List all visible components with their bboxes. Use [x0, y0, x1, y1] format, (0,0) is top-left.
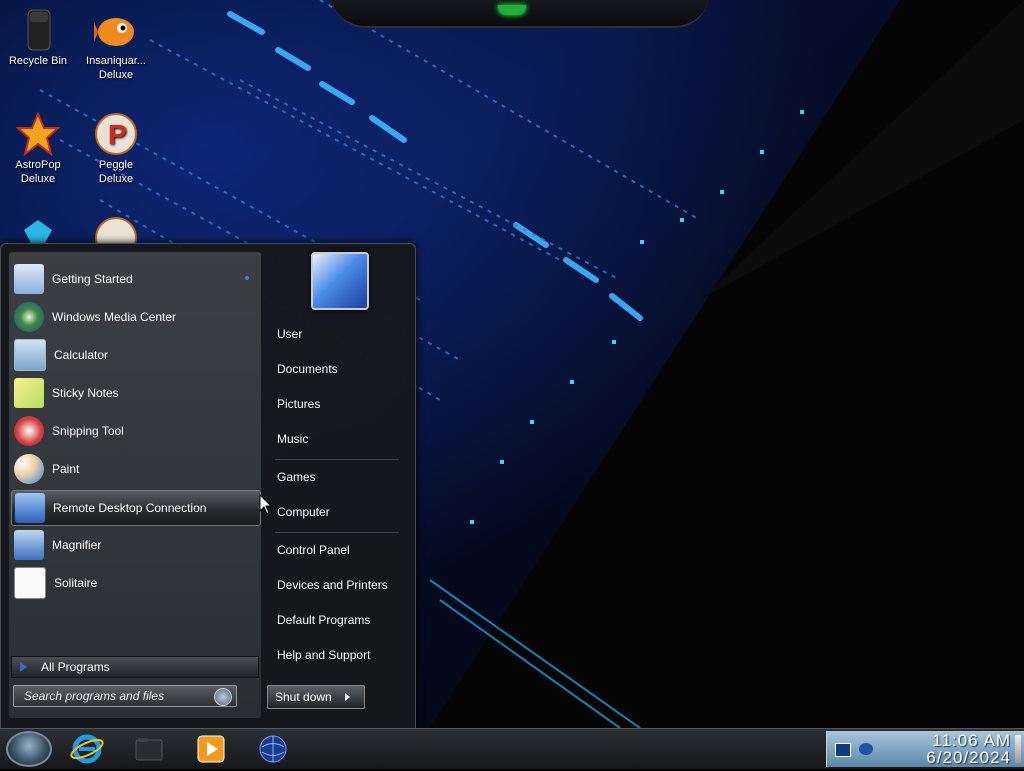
place-computer[interactable]: Computer [277, 505, 330, 519]
program-sticky-notes[interactable]: Sticky Notes [11, 376, 259, 410]
sync-icon[interactable] [859, 743, 873, 755]
place-documents[interactable]: Documents [277, 362, 338, 376]
program-calculator[interactable]: Calculator [11, 338, 259, 372]
place-pictures[interactable]: Pictures [277, 397, 320, 411]
desktop-icon-label-line1: Peggle [98, 159, 134, 171]
show-desktop-button[interactable] [1015, 735, 1021, 763]
menu-divider [275, 459, 399, 460]
program-label: Solitaire [54, 576, 98, 590]
solitaire-icon [14, 567, 46, 599]
place-music[interactable]: Music [277, 432, 308, 446]
start-menu-programs-pane: Getting Started Windows Media Center Cal… [9, 252, 261, 718]
taskbar-media-player[interactable] [194, 732, 228, 766]
start-menu: Getting Started Windows Media Center Cal… [0, 243, 416, 729]
program-remote-desktop-connection[interactable]: Remote Desktop Connection [11, 490, 261, 526]
search-icon[interactable] [214, 688, 232, 706]
search-input[interactable]: Search programs and files [13, 685, 237, 707]
internet-explorer-icon [70, 734, 104, 764]
media-center-icon [14, 302, 44, 332]
globe-icon [259, 735, 287, 763]
taskbar-network-globe[interactable] [256, 732, 290, 766]
recycle-bin-icon [16, 8, 60, 52]
desktop-icon-label-line1: AstroPop [15, 159, 61, 171]
program-paint[interactable]: Paint [11, 452, 259, 486]
media-player-icon [197, 735, 225, 763]
program-label: Magnifier [52, 538, 102, 552]
clock-time: 11:06 AM [932, 731, 1011, 750]
submenu-arrow-icon [245, 276, 249, 280]
desktop-icon-insaniquarium[interactable]: Insaniquar... Deluxe [78, 8, 154, 82]
peggle-icon [94, 216, 138, 244]
start-menu-places-pane: User Documents Pictures Music Games Comp… [267, 244, 413, 728]
place-default-programs[interactable]: Default Programs [277, 613, 370, 627]
program-label: Sticky Notes [52, 386, 119, 400]
desktop-icon-partial-peggle[interactable] [78, 216, 154, 244]
mouse-cursor-icon [259, 494, 273, 515]
program-label: Calculator [54, 348, 109, 362]
taskbar: 11:06 AM 6/20/2024 [0, 728, 1024, 769]
system-tray: 11:06 AM 6/20/2024 [826, 731, 1024, 767]
notch-light [498, 5, 526, 15]
shutdown-label: Shut down [275, 690, 332, 704]
place-control-panel[interactable]: Control Panel [277, 543, 350, 557]
astropop-icon [15, 111, 61, 157]
program-getting-started[interactable]: Getting Started [11, 262, 259, 296]
desktop-icon-peggle[interactable]: P Peggle Deluxe [78, 112, 154, 186]
desktop-icon-recycle-bin[interactable]: Recycle Bin [0, 8, 76, 68]
desktop-icon-label-line1: Insaniquar... [86, 55, 146, 67]
taskbar-clock[interactable]: 11:06 AM 6/20/2024 [879, 732, 1011, 766]
program-windows-media-center[interactable]: Windows Media Center [11, 300, 259, 334]
desktop-icon-label-line2: Deluxe [98, 69, 134, 81]
program-label: Getting Started [52, 272, 133, 286]
program-solitaire[interactable]: Solitaire [11, 566, 259, 600]
place-user[interactable]: User [277, 327, 302, 341]
calculator-icon [14, 339, 46, 371]
program-label: Windows Media Center [52, 310, 177, 324]
getting-started-icon [14, 264, 44, 294]
network-icon[interactable] [835, 743, 851, 757]
desktop-icon-label-line2: Deluxe [20, 173, 56, 185]
desktop-icon-astropop[interactable]: AstroPop Deluxe [0, 111, 76, 186]
program-magnifier[interactable]: Magnifier [11, 528, 259, 562]
peggle-icon: P [94, 112, 138, 156]
snipping-tool-icon [14, 416, 44, 446]
program-label: Snipping Tool [52, 424, 124, 438]
svg-text:P: P [108, 119, 127, 150]
program-snipping-tool[interactable]: Snipping Tool [11, 414, 259, 448]
sticky-notes-icon [14, 378, 44, 408]
program-label: Remote Desktop Connection [53, 501, 207, 515]
desktop-icon-label: Recycle Bin [8, 55, 68, 67]
start-button[interactable] [6, 731, 52, 767]
remote-desktop-icon [15, 493, 45, 523]
taskbar-file-explorer[interactable] [132, 732, 166, 766]
all-programs-button[interactable]: All Programs [11, 656, 259, 678]
desktop-icon-partial-diamond[interactable] [0, 216, 76, 244]
expand-arrow-icon [20, 662, 27, 672]
taskbar-internet-explorer[interactable] [70, 732, 104, 766]
shutdown-options-arrow-icon[interactable] [345, 693, 350, 701]
goldfish-icon [94, 8, 138, 52]
menu-divider [275, 532, 399, 533]
program-label: Paint [52, 462, 80, 476]
place-devices-and-printers[interactable]: Devices and Printers [277, 578, 388, 592]
user-avatar[interactable] [311, 252, 369, 310]
clock-date: 6/20/2024 [926, 748, 1011, 767]
search-placeholder: Search programs and files [24, 689, 165, 703]
desktop-icon-label-line2: Deluxe [98, 173, 134, 185]
diamond-icon [16, 216, 60, 244]
place-help-and-support[interactable]: Help and Support [277, 648, 370, 662]
all-programs-label: All Programs [41, 660, 110, 674]
paint-icon [14, 454, 44, 484]
magnifier-icon [14, 530, 44, 560]
folder-icon [135, 738, 163, 761]
place-games[interactable]: Games [277, 470, 316, 484]
shutdown-button[interactable]: Shut down [267, 685, 365, 709]
